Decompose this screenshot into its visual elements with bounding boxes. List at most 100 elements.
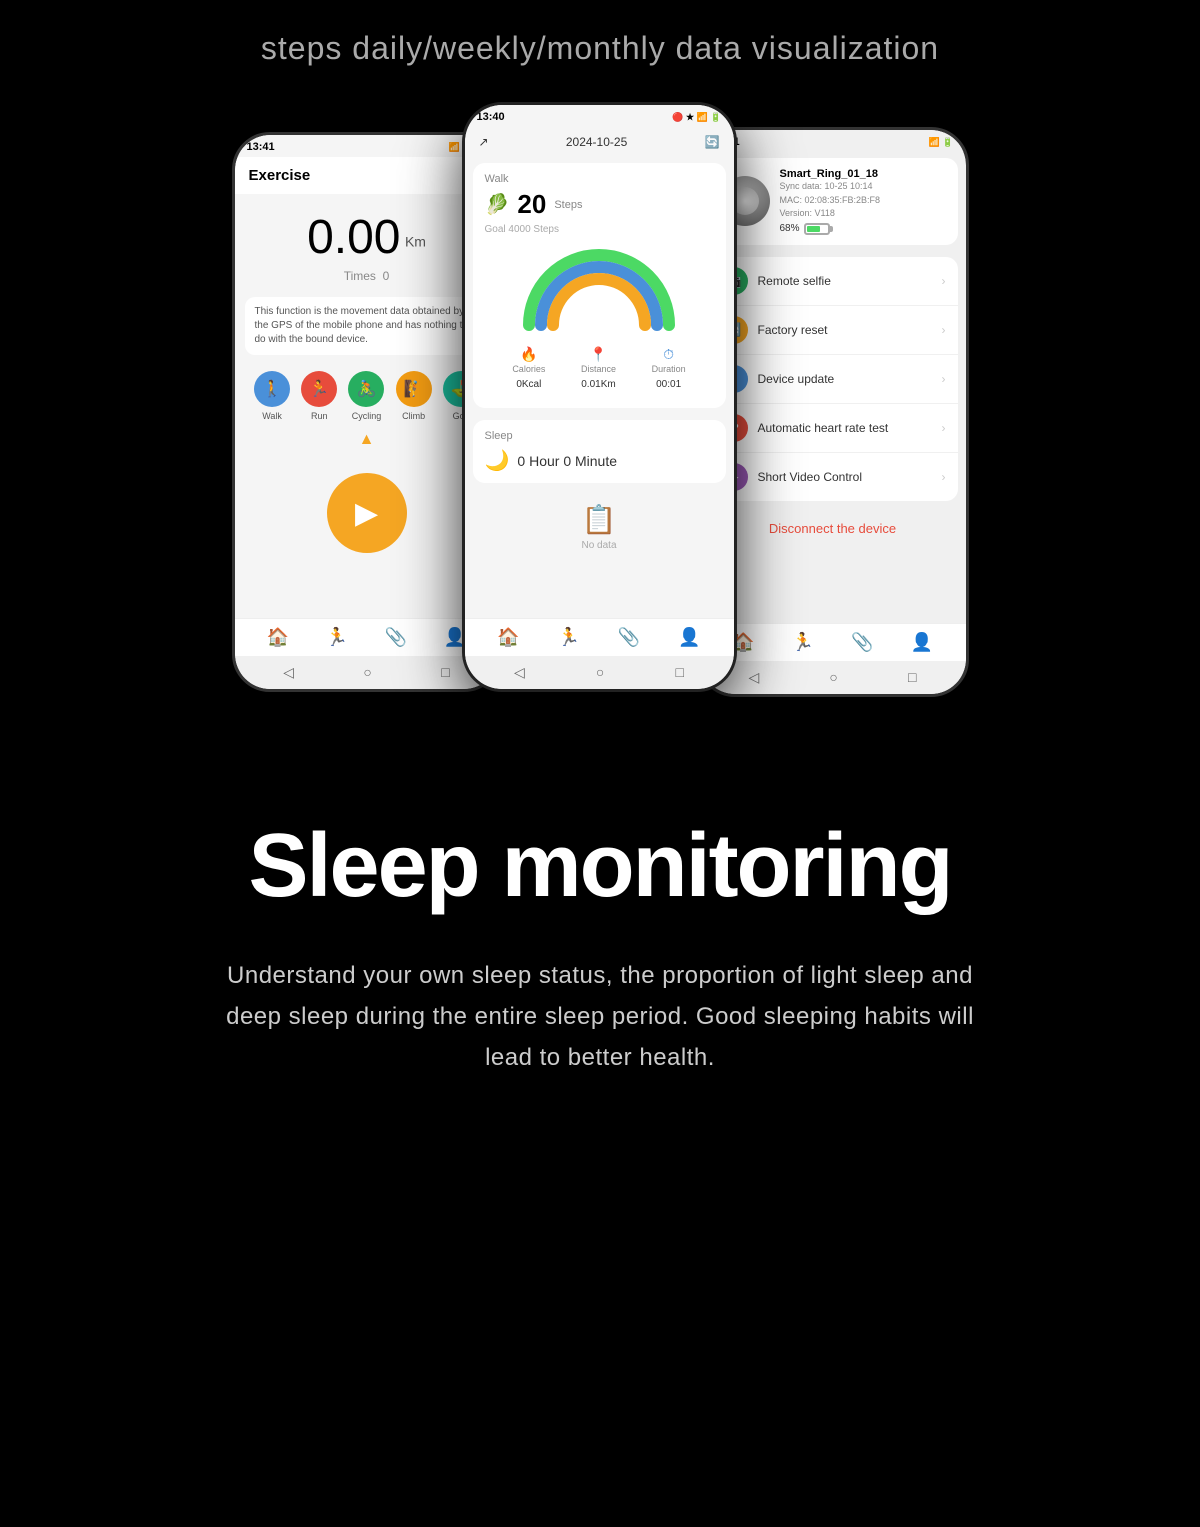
exercise-modes: 🚶 Walk 🏃 Run 🚴 Cycling 🧗 Climb <box>235 361 499 427</box>
mode-walk[interactable]: 🚶 Walk <box>254 371 290 421</box>
home-btn2[interactable]: ○ <box>596 664 604 681</box>
center-phone-screen: 13:40 🔴 ★ 📶 🔋 ↗ 2024-10-25 🔄 Walk 🥬 <box>465 105 734 689</box>
device-details: Smart_Ring_01_18 Sync data: 10-25 10:14 … <box>780 168 946 235</box>
heart-rate-arrow: › <box>942 421 946 435</box>
menu-device-update[interactable]: ⬆ Device update › <box>708 355 958 404</box>
left-android-nav: ◁ ○ □ <box>235 656 499 689</box>
arc-chart <box>519 245 679 335</box>
calories-icon: 🔥 <box>520 346 537 362</box>
share-icon[interactable]: ↗ <box>479 135 489 149</box>
center-date: 2024-10-25 <box>566 135 627 149</box>
right-phone: 13:41 📶 🔋 Smart_Ring_01_18 Sync data: 10… <box>697 127 969 697</box>
stat-distance: 📍 Distance 0.01Km <box>581 346 616 392</box>
recent-btn[interactable]: □ <box>441 664 449 681</box>
menu-factory-reset[interactable]: 🔄 Factory reset › <box>708 306 958 355</box>
nav-activity3-icon[interactable]: 🏃 <box>792 632 814 653</box>
home-btn[interactable]: ○ <box>363 664 371 681</box>
walk-steps-value: 20 <box>517 189 546 220</box>
sleep-monitoring-section: Sleep monitoring Understand your own sle… <box>0 737 1200 1138</box>
walk-icon: 🥬 <box>485 192 510 217</box>
recent-btn3[interactable]: □ <box>908 669 916 686</box>
center-status-icons: 🔴 ★ 📶 🔋 <box>672 112 721 123</box>
home-btn3[interactable]: ○ <box>829 669 837 686</box>
device-sync: Sync data: 10-25 10:14 <box>780 180 946 194</box>
right-status-icons: 📶 🔋 <box>929 137 954 148</box>
distance-icon: 📍 <box>590 346 607 362</box>
duration-icon: ⏱ <box>663 346 674 362</box>
remote-selfie-label: Remote selfie <box>758 274 932 288</box>
sleep-moon-icon: 🌙 <box>485 448 510 473</box>
no-data-text: No data <box>581 540 616 551</box>
expand-arrow[interactable]: ▲ <box>235 427 499 453</box>
exercise-note: This function is the movement data obtai… <box>245 297 489 355</box>
center-phone: 13:40 🔴 ★ 📶 🔋 ↗ 2024-10-25 🔄 Walk 🥬 <box>462 102 737 692</box>
device-version: Version: V118 <box>780 207 946 221</box>
heart-rate-label: Automatic heart rate test <box>758 421 932 435</box>
battery-bar <box>804 223 830 235</box>
mode-run[interactable]: 🏃 Run <box>301 371 337 421</box>
right-phone-screen: 13:41 📶 🔋 Smart_Ring_01_18 Sync data: 10… <box>700 130 966 694</box>
center-bottom-nav: 🏠 🏃 📎 👤 <box>465 618 734 656</box>
center-android-nav: ◁ ○ □ <box>465 656 734 689</box>
recent-btn2[interactable]: □ <box>675 664 683 681</box>
header-text: steps daily/weekly/monthly data visualiz… <box>0 0 1200 87</box>
back-btn2[interactable]: ◁ <box>514 664 525 681</box>
factory-reset-label: Factory reset <box>758 323 932 337</box>
disconnect-button[interactable]: Disconnect the device <box>700 507 966 550</box>
walk-section: Walk 🥬 20 Steps Goal 4000 Steps <box>473 163 726 408</box>
nav-clip3-icon[interactable]: 📎 <box>851 632 873 653</box>
device-info-card: Smart_Ring_01_18 Sync data: 10-25 10:14 … <box>708 158 958 245</box>
rainbow-arc <box>485 235 714 340</box>
refresh-icon[interactable]: 🔄 <box>705 135 720 149</box>
left-phone-screen: 13:41 📶 🔋 51 Exercise ⏸ 0.00 Km <box>235 135 499 689</box>
sleep-row: 🌙 0 Hour 0 Minute <box>485 448 714 473</box>
climb-icon: 🧗 <box>396 371 432 407</box>
center-status-time: 13:40 <box>477 111 505 123</box>
sleep-label: Sleep <box>485 430 714 442</box>
cycling-icon: 🚴 <box>348 371 384 407</box>
play-button[interactable]: ▶ <box>327 473 407 553</box>
sleep-time: 0 Hour 0 Minute <box>517 453 617 469</box>
sleep-monitoring-description: Understand your own sleep status, the pr… <box>210 956 990 1078</box>
left-status-bar: 13:41 📶 🔋 51 <box>235 135 499 157</box>
no-data-icon: 📋 <box>582 503 617 536</box>
device-name: Smart_Ring_01_18 <box>780 168 946 180</box>
center-date-header: ↗ 2024-10-25 🔄 <box>465 127 734 157</box>
short-video-arrow: › <box>942 470 946 484</box>
right-phone-wrapper: 13:41 📶 🔋 Smart_Ring_01_18 Sync data: 10… <box>697 127 969 697</box>
nav-activity2-icon[interactable]: 🏃 <box>558 627 580 648</box>
nav-profile2-icon[interactable]: 👤 <box>678 627 700 648</box>
stat-calories: 🔥 Calories 0Kcal <box>512 346 545 392</box>
distance-value: 0.00 Km <box>235 210 499 265</box>
center-status-bar: 13:40 🔴 ★ 📶 🔋 <box>465 105 734 127</box>
menu-heart-rate[interactable]: ❤ Automatic heart rate test › <box>708 404 958 453</box>
right-status-bar: 13:41 📶 🔋 <box>700 130 966 152</box>
nav-profile3-icon[interactable]: 👤 <box>911 632 933 653</box>
mode-climb[interactable]: 🧗 Climb <box>396 371 432 421</box>
exercise-title: Exercise <box>249 167 311 184</box>
mode-cycling[interactable]: 🚴 Cycling <box>348 371 384 421</box>
exercise-times: Times 0 <box>235 269 499 283</box>
phones-section: 13:41 📶 🔋 51 Exercise ⏸ 0.00 Km <box>0 87 1200 737</box>
sleep-card: Sleep 🌙 0 Hour 0 Minute <box>473 420 726 483</box>
no-data-section: 📋 No data <box>465 489 734 565</box>
duration-value: 00:01 <box>656 379 681 390</box>
menu-short-video[interactable]: ▶ Short Video Control › <box>708 453 958 501</box>
back-btn3[interactable]: ◁ <box>749 669 760 686</box>
center-phone-wrapper: 13:40 🔴 ★ 📶 🔋 ↗ 2024-10-25 🔄 Walk 🥬 <box>462 102 737 692</box>
exercise-distance: 0.00 Km Times 0 <box>235 194 499 291</box>
calories-value: 0Kcal <box>516 379 541 390</box>
nav-activity-icon[interactable]: 🏃 <box>326 627 348 648</box>
nav-home-active-icon[interactable]: 🏠 <box>497 627 519 648</box>
nav-clip2-icon[interactable]: 📎 <box>618 627 640 648</box>
battery-fill <box>807 226 821 232</box>
battery-percentage: 68% <box>780 223 800 234</box>
stat-duration: ⏱ Duration 00:01 <box>652 346 686 392</box>
menu-remote-selfie[interactable]: 📷 Remote selfie › <box>708 257 958 306</box>
walk-icon: 🚶 <box>254 371 290 407</box>
back-btn[interactable]: ◁ <box>283 664 294 681</box>
nav-clip-icon[interactable]: 📎 <box>385 627 407 648</box>
remote-selfie-arrow: › <box>942 274 946 288</box>
short-video-label: Short Video Control <box>758 470 932 484</box>
nav-home-icon[interactable]: 🏠 <box>267 627 289 648</box>
